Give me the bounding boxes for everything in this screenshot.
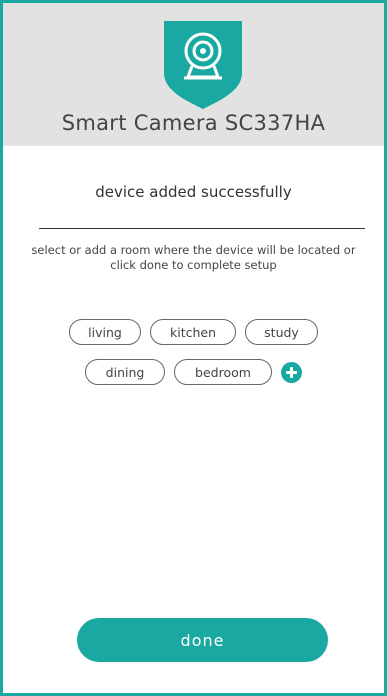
room-chip-living[interactable]: living (69, 319, 141, 345)
success-message: device added successfully (95, 183, 292, 201)
app-title: Smart Camera SC337HA (61, 111, 326, 135)
instructions-text: select or add a room where the device wi… (31, 243, 356, 272)
divider (39, 228, 365, 229)
room-chip-dining[interactable]: dining (85, 359, 165, 385)
room-chip-study[interactable]: study (245, 319, 318, 345)
room-chip-row-1: living kitchen study (3, 319, 384, 345)
done-button[interactable]: done (77, 618, 328, 662)
add-room-icon[interactable] (281, 361, 302, 383)
room-chip-kitchen[interactable]: kitchen (150, 319, 236, 345)
app-frame: Smart Camera SC337HA device added succes… (0, 0, 387, 696)
header: Smart Camera SC337HA (3, 3, 384, 146)
room-chip-bedroom[interactable]: bedroom (174, 359, 272, 385)
room-chip-row-2: dining bedroom (3, 359, 384, 385)
camera-shield-icon (164, 21, 242, 109)
room-chips: living kitchen study dining bedroom (3, 319, 384, 399)
